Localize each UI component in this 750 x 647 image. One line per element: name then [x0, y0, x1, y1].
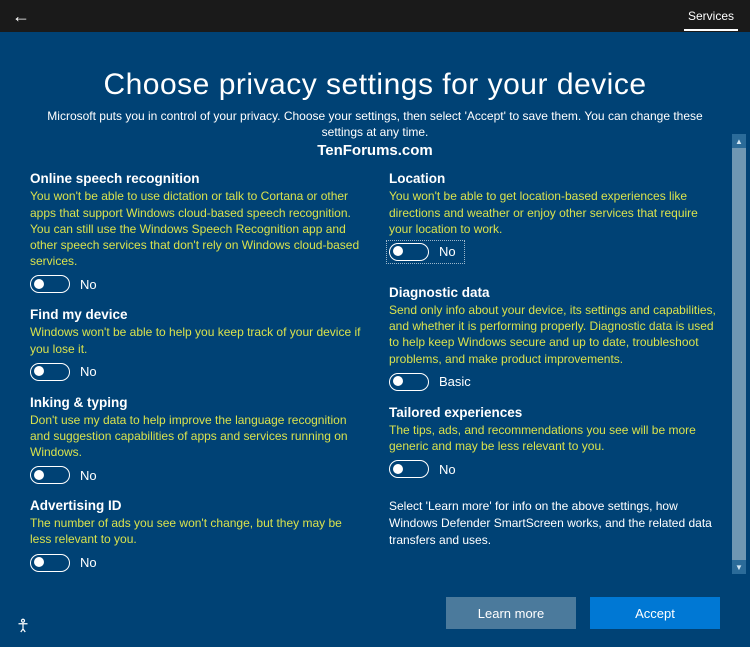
- setting-desc: Don't use my data to help improve the la…: [30, 412, 361, 461]
- setting-desc: You won't be able to get location-based …: [389, 188, 720, 237]
- toggle-label: No: [80, 555, 97, 570]
- scrollbar[interactable]: ▲ ▼: [732, 134, 746, 574]
- right-column: Location You won't be able to get locati…: [389, 171, 720, 553]
- ease-of-access-icon[interactable]: [14, 617, 34, 637]
- tab-strip: Services: [684, 1, 738, 31]
- setting-desc: Send only info about your device, its se…: [389, 302, 720, 367]
- settings-columns: Online speech recognition You won't be a…: [30, 171, 720, 553]
- toggle-label: No: [439, 244, 456, 259]
- toggle-knob-icon: [393, 376, 403, 386]
- toggle-label: Basic: [439, 374, 471, 389]
- toggle-knob-icon: [34, 366, 44, 376]
- setting-title: Advertising ID: [30, 498, 361, 513]
- toggle-row: No: [30, 466, 361, 484]
- toggle-row: No: [30, 554, 361, 572]
- scroll-down-icon[interactable]: ▼: [732, 560, 746, 574]
- setting-desc: You won't be able to use dictation or ta…: [30, 188, 361, 269]
- toggle-switch[interactable]: [30, 466, 70, 484]
- setting-diagnostic-data: Diagnostic data Send only info about you…: [389, 285, 720, 391]
- toggle-switch[interactable]: [389, 373, 429, 391]
- toggle-knob-icon: [393, 246, 403, 256]
- toggle-row: No: [30, 275, 361, 293]
- toggle-label: No: [439, 462, 456, 477]
- scroll-up-icon[interactable]: ▲: [732, 134, 746, 148]
- left-column: Online speech recognition You won't be a…: [30, 171, 361, 553]
- toggle-row: No: [389, 460, 720, 478]
- toggle-row: No: [30, 363, 361, 381]
- setting-title: Tailored experiences: [389, 405, 720, 420]
- tab-services[interactable]: Services: [684, 1, 738, 31]
- setting-desc: The tips, ads, and recommendations you s…: [389, 422, 720, 454]
- setting-find-my-device: Find my device Windows won't be able to …: [30, 307, 361, 380]
- setting-title: Location: [389, 171, 720, 186]
- footer-buttons: Learn more Accept: [446, 597, 720, 629]
- setting-title: Online speech recognition: [30, 171, 361, 186]
- page-subtitle: Microsoft puts you in control of your pr…: [45, 108, 705, 140]
- toggle-knob-icon: [34, 279, 44, 289]
- setting-title: Inking & typing: [30, 395, 361, 410]
- setting-location: Location You won't be able to get locati…: [389, 171, 720, 261]
- setting-tailored-experiences: Tailored experiences The tips, ads, and …: [389, 405, 720, 478]
- toggle-switch[interactable]: [30, 275, 70, 293]
- setting-desc: The number of ads you see won't change, …: [30, 515, 361, 547]
- setting-online-speech: Online speech recognition You won't be a…: [30, 171, 361, 293]
- toggle-row: Basic: [389, 373, 720, 391]
- setting-inking-typing: Inking & typing Don't use my data to hel…: [30, 395, 361, 485]
- toggle-switch[interactable]: [389, 460, 429, 478]
- setting-title: Find my device: [30, 307, 361, 322]
- toggle-label: No: [80, 468, 97, 483]
- toggle-switch[interactable]: [30, 363, 70, 381]
- title-bar: ← Services: [0, 0, 750, 32]
- back-arrow-icon[interactable]: ←: [12, 6, 30, 27]
- scrollbar-thumb[interactable]: [732, 148, 746, 560]
- toggle-row: No: [389, 243, 462, 261]
- toggle-label: No: [80, 277, 97, 292]
- watermark-text: TenForums.com: [30, 142, 720, 159]
- setting-advertising-id: Advertising ID The number of ads you see…: [30, 498, 361, 571]
- toggle-knob-icon: [393, 464, 403, 474]
- setting-title: Diagnostic data: [389, 285, 720, 300]
- toggle-label: No: [80, 364, 97, 379]
- learn-more-info-text: Select 'Learn more' for info on the abov…: [389, 498, 720, 548]
- toggle-switch[interactable]: [389, 243, 429, 261]
- setting-desc: Windows won't be able to help you keep t…: [30, 324, 361, 356]
- page-title: Choose privacy settings for your device: [30, 68, 720, 102]
- toggle-knob-icon: [34, 557, 44, 567]
- toggle-knob-icon: [34, 470, 44, 480]
- oobe-privacy-page: Choose privacy settings for your device …: [0, 32, 750, 647]
- accept-button[interactable]: Accept: [590, 597, 720, 629]
- toggle-switch[interactable]: [30, 554, 70, 572]
- learn-more-button[interactable]: Learn more: [446, 597, 576, 629]
- scrollbar-track[interactable]: [732, 148, 746, 560]
